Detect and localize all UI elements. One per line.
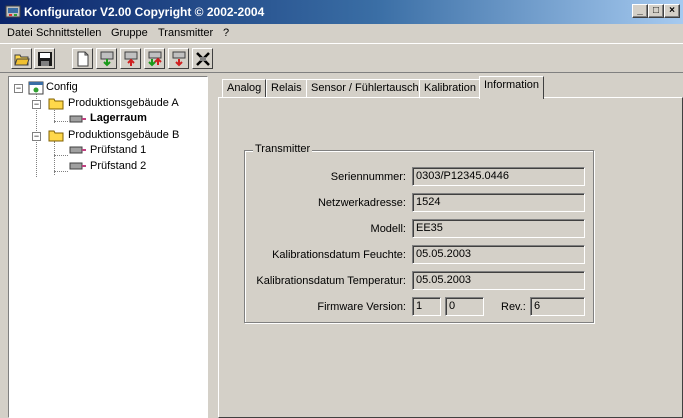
calibration-date-temperature-label: Kalibrationsdatum Temperatur: xyxy=(256,275,406,287)
revision-field[interactable]: 6 xyxy=(530,297,585,316)
model-field[interactable]: EE35 xyxy=(412,219,585,238)
calibration-date-temperature-field[interactable]: 05.05.2003 xyxy=(412,271,585,290)
upload-icon xyxy=(124,51,138,66)
menu-datei[interactable]: Datei xyxy=(7,27,33,39)
menu-schnittstellen[interactable]: Schnittstellen xyxy=(36,27,101,39)
tree-node-label: Produktionsgebäude A xyxy=(68,97,179,109)
tab-relais[interactable]: Relais xyxy=(266,79,307,98)
menu-help[interactable]: ? xyxy=(223,27,229,39)
transfer-button[interactable] xyxy=(144,48,165,69)
tab-analog[interactable]: Analog xyxy=(222,79,267,98)
tree-view[interactable]: − Config − Produktionsgebäude A Lagerrau… xyxy=(8,76,208,418)
open-icon xyxy=(14,54,30,66)
network-address-label: Netzwerkadresse: xyxy=(317,197,406,209)
transmitter-groupbox: Transmitter Seriennummer: 0303/P12345.04… xyxy=(244,143,594,323)
disconnect-button[interactable] xyxy=(192,48,213,69)
app-window: Konfigurator V2.00 Copyright © 2002-2004… xyxy=(0,0,683,418)
app-icon xyxy=(5,4,21,20)
tab-strip: Analog Relais Sensor / Fühlertausch Kali… xyxy=(218,76,683,99)
transmitter-icon xyxy=(69,114,87,129)
tab-kalibration[interactable]: Kalibration xyxy=(419,79,481,98)
information-panel: Transmitter Seriennummer: 0303/P12345.04… xyxy=(218,97,683,418)
transfer-all-icon xyxy=(172,51,186,67)
tree-expander[interactable]: − xyxy=(32,100,41,109)
tree-line xyxy=(54,171,68,172)
download-icon xyxy=(100,51,114,67)
minimize-button[interactable]: _ xyxy=(632,4,648,18)
menu-bar: Datei Schnittstellen Gruppe Transmitter … xyxy=(0,24,683,43)
tree-expander[interactable]: − xyxy=(14,84,23,93)
maximize-button[interactable]: □ xyxy=(648,4,664,18)
config-icon xyxy=(28,81,44,98)
model-label: Modell: xyxy=(370,223,406,235)
title-bar[interactable]: Konfigurator V2.00 Copyright © 2002-2004… xyxy=(0,0,683,24)
firmware-version-label: Firmware Version: xyxy=(317,301,406,313)
tree-node-label: Produktionsgebäude B xyxy=(68,129,180,141)
menu-gruppe[interactable]: Gruppe xyxy=(111,27,148,39)
revision-label: Rev.: xyxy=(501,301,526,313)
menu-transmitter[interactable]: Transmitter xyxy=(158,27,213,39)
tree-line xyxy=(54,155,68,156)
tree-expander[interactable]: − xyxy=(32,132,41,141)
firmware-major-field[interactable]: 1 xyxy=(412,297,441,316)
folder-icon xyxy=(48,128,64,145)
calibration-date-humidity-field[interactable]: 05.05.2003 xyxy=(412,245,585,264)
folder-icon xyxy=(48,96,64,113)
transfer-icon xyxy=(148,51,162,67)
serial-number-label: Seriennummer: xyxy=(330,171,406,183)
tree-line xyxy=(54,141,55,175)
transfer-all-button[interactable] xyxy=(168,48,189,69)
open-button[interactable] xyxy=(11,48,32,69)
tree-line xyxy=(54,121,68,122)
tree-node-label: Lagerraum xyxy=(90,112,147,124)
disconnect-icon xyxy=(196,52,210,66)
new-button[interactable] xyxy=(72,48,93,69)
tab-information[interactable]: Information xyxy=(479,76,545,99)
tree-node-label: Config xyxy=(46,81,78,93)
network-address-field[interactable]: 1524 xyxy=(412,193,585,212)
transmitter-icon xyxy=(69,145,87,160)
groupbox-title: Transmitter xyxy=(253,143,313,155)
new-icon xyxy=(77,51,89,67)
tree-node-label: Prüfstand 2 xyxy=(90,160,147,172)
tree-node-label: Prüfstand 1 xyxy=(90,144,147,156)
detail-pane: Analog Relais Sensor / Fühlertausch Kali… xyxy=(218,76,683,418)
close-button[interactable]: × xyxy=(664,4,680,18)
firmware-minor-field[interactable]: 0 xyxy=(445,297,484,316)
save-button[interactable] xyxy=(34,48,55,69)
toolbar xyxy=(0,43,683,73)
tab-sensor-fuehlertausch[interactable]: Sensor / Fühlertausch xyxy=(306,79,424,98)
transmitter-icon xyxy=(69,161,87,176)
save-icon xyxy=(38,52,52,66)
window-title: Konfigurator V2.00 Copyright © 2002-2004 xyxy=(24,5,265,19)
serial-number-field[interactable]: 0303/P12345.0446 xyxy=(412,167,585,186)
download-button[interactable] xyxy=(96,48,117,69)
upload-button[interactable] xyxy=(120,48,141,69)
calibration-date-humidity-label: Kalibrationsdatum Feuchte: xyxy=(272,249,406,261)
